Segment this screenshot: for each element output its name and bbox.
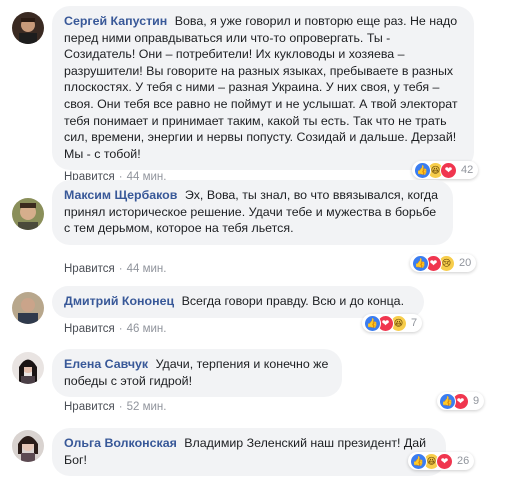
comment-timestamp[interactable]: 52 мин.: [127, 401, 167, 413]
reaction-count: 42: [461, 164, 474, 176]
reaction-summary[interactable]: 👍 😆 ❤ 42: [412, 161, 479, 179]
comment-author[interactable]: Максим Щербаков: [64, 188, 177, 202]
comment-bubble: Максим Щербаков Эх, Вова, ты знал, во чт…: [52, 180, 453, 245]
comment-text: Всегда говори правду. Всю и до конца.: [181, 294, 405, 308]
like-reaction-icon: 👍: [412, 254, 429, 272]
comment-bubble: Елена Савчук Удачи, терпения и конечно ж…: [52, 349, 342, 398]
comment-bubble: Сергей Капустин Вова, я уже говорил и по…: [52, 6, 474, 171]
separator-dot: ·: [118, 401, 123, 413]
avatar[interactable]: [12, 198, 44, 230]
reaction-summary[interactable]: 👍 ❤ 9: [437, 392, 485, 410]
comment-timestamp[interactable]: 46 мин.: [127, 323, 167, 335]
comment-bubble: Ольга Волконская Владимир Зеленский наш …: [52, 428, 446, 477]
reaction-summary[interactable]: 👍 😆 ❤ 26: [408, 452, 475, 470]
comment-actions: Нравится · 46 мин.: [64, 323, 166, 335]
avatar[interactable]: [12, 352, 44, 384]
reaction-count: 9: [473, 395, 480, 407]
comment-actions: Нравится · 44 мин.: [64, 263, 166, 275]
avatar[interactable]: [12, 12, 44, 44]
like-reaction-icon: 👍: [414, 161, 431, 179]
comment-timestamp[interactable]: 44 мин.: [127, 263, 167, 275]
avatar[interactable]: [12, 292, 44, 324]
reaction-summary[interactable]: 👍 ❤ 😆 7: [362, 314, 423, 332]
reaction-count: 20: [459, 257, 472, 269]
comment-author[interactable]: Елена Савчук: [64, 357, 148, 371]
reaction-summary[interactable]: 👍 ❤ 😢 20: [410, 254, 477, 272]
like-button[interactable]: Нравится: [64, 323, 115, 335]
reaction-count: 26: [457, 455, 470, 467]
comment-author[interactable]: Сергей Капустин: [64, 14, 167, 28]
comment-bubble: Дмитрий Кононец Всегда говори правду. Вс…: [52, 286, 424, 318]
like-reaction-icon: 👍: [364, 314, 381, 332]
love-reaction-icon: ❤: [436, 452, 453, 470]
like-button[interactable]: Нравится: [64, 263, 115, 275]
comment-actions: Нравится · 52 мин.: [64, 401, 166, 413]
comment-text: Вова, я уже говорил и повторю еще раз. Н…: [64, 14, 458, 161]
like-reaction-icon: 👍: [439, 392, 456, 410]
like-reaction-icon: 👍: [410, 452, 427, 470]
separator-dot: ·: [118, 323, 123, 335]
reaction-count: 7: [411, 317, 418, 329]
avatar[interactable]: [12, 430, 44, 462]
comment-author[interactable]: Дмитрий Кононец: [64, 294, 174, 308]
comment-author[interactable]: Ольга Волконская: [64, 436, 177, 450]
love-reaction-icon: ❤: [440, 161, 457, 179]
separator-dot: ·: [118, 263, 123, 275]
like-button[interactable]: Нравится: [64, 401, 115, 413]
